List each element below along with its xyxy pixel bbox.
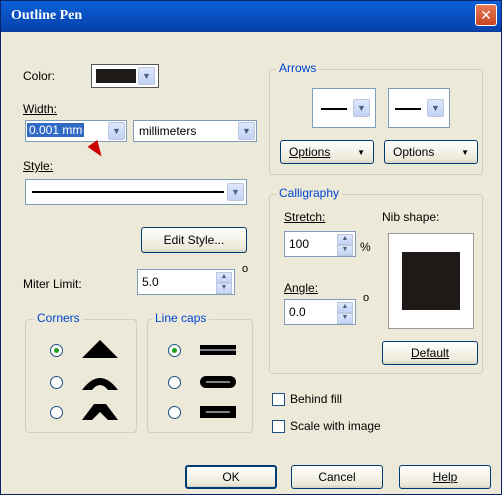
angle-label: Angle: [284,281,319,295]
options-label: Options [289,145,331,159]
default-label: Default [410,346,450,360]
caret-down-icon: ▼ [461,147,469,157]
butt-cap-icon [200,345,236,355]
calligraphy-title: Calligraphy [276,186,343,200]
miter-limit-input[interactable]: 5.0 [142,275,159,289]
start-arrow-options-button[interactable]: Options ▼ [280,140,374,164]
help-label: Help [432,470,458,484]
color-picker[interactable]: ▼ [91,64,159,88]
width-label: Width: [23,102,58,116]
stretch-unit: % [360,240,371,254]
start-arrow-select[interactable]: ▼ [312,88,376,128]
units-value: millimeters [139,124,197,138]
corner-radio-bevel[interactable] [50,406,63,419]
angle-unit: o [363,292,370,304]
edit-style-button[interactable]: Edit Style... [141,227,247,253]
nib-shape-preview[interactable] [388,233,474,329]
scale-with-image-checkbox[interactable] [272,420,285,433]
arrows-group: Arrows ▼ ▼ Options ▼ Options ▼ [269,61,483,175]
line-caps-group: Line caps [147,311,253,433]
line-caps-title: Line caps [152,311,210,325]
help-button[interactable]: Help [399,465,491,489]
ok-button[interactable]: OK [185,465,277,489]
color-label: Color: [23,69,56,83]
line-style-preview [32,191,224,193]
corners-title: Corners [34,311,83,325]
corner-radio-round[interactable] [50,376,63,389]
nib-shape-label: Nib shape: [382,210,440,224]
linecap-radio-round[interactable] [168,376,181,389]
options-label: Options [393,145,435,159]
color-swatch [96,69,136,83]
chevron-down-icon: ▼ [353,99,370,117]
stretch-label: Stretch: [284,210,326,224]
default-button[interactable]: Default [382,341,478,365]
angle-input[interactable]: 0.0 [289,305,306,319]
stretch-input[interactable]: 100 [289,237,309,251]
angle-field[interactable]: 0.0 ▲ ▼ [284,299,356,325]
round-corner-icon [82,378,118,390]
miter-corner-icon [82,340,118,358]
chevron-down-icon: ▼ [227,183,244,201]
width-input[interactable]: 0.001 mm [27,123,85,137]
window-title: Outline Pen [11,8,83,23]
cancel-button[interactable]: Cancel [291,465,383,489]
linecap-radio-butt[interactable] [168,344,181,357]
style-label: Style: [23,159,54,173]
arrows-title: Arrows [276,61,320,75]
chevron-down-icon: ▼ [138,67,155,85]
chevron-down-icon: ▼ [238,122,255,140]
angle-spinner[interactable]: ▲ ▼ [337,302,353,324]
calligraphy-group: Calligraphy Stretch: 100 ▲ ▼ % Nib shape:… [269,186,483,374]
nib-shape-square [402,252,460,310]
behind-fill-checkbox[interactable] [272,393,285,406]
corner-radio-miter[interactable] [50,344,63,357]
caret-down-icon: ▼ [357,147,365,157]
corners-group: Corners [25,311,137,433]
start-arrow-preview [321,108,347,110]
behind-fill-label: Behind fill [290,392,343,406]
miter-limit-field[interactable]: 5.0 ▲ ▼ [137,269,235,295]
stretch-field[interactable]: 100 ▲ ▼ [284,231,356,257]
end-arrow-select[interactable]: ▼ [388,88,450,128]
mouse-cursor-icon [87,140,107,160]
style-select[interactable]: ▼ [25,179,247,205]
miter-limit-unit: o [242,263,249,275]
title-bar[interactable]: Outline Pen ✕ [1,1,501,32]
bevel-corner-icon [82,404,118,420]
close-icon: ✕ [480,6,492,23]
end-arrow-options-button[interactable]: Options ▼ [384,140,478,164]
scale-with-image-label: Scale with image [290,419,381,433]
outline-pen-dialog: Outline Pen ✕ Color: ▼ Width: 0.001 mm ▼… [0,0,502,495]
round-cap-icon [200,376,236,388]
width-combo[interactable]: 0.001 mm ▼ [25,120,127,142]
stretch-spinner[interactable]: ▲ ▼ [337,234,353,256]
linecap-radio-square[interactable] [168,406,181,419]
units-select[interactable]: millimeters ▼ [133,120,257,142]
end-arrow-preview [395,108,421,110]
chevron-down-icon: ▼ [108,122,125,140]
close-button[interactable]: ✕ [475,4,497,26]
miter-limit-label: Miter Limit: [23,277,82,291]
miter-limit-spinner[interactable]: ▲ ▼ [216,272,232,294]
chevron-down-icon: ▼ [427,99,444,117]
square-cap-icon [200,406,236,418]
